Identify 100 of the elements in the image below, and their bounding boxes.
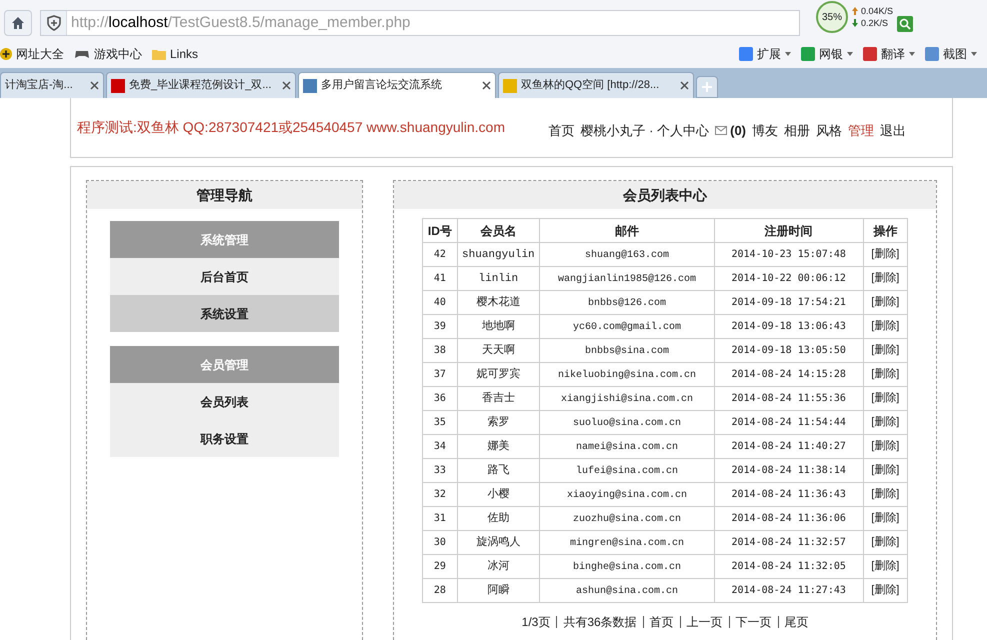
panel-title: 会员列表中心: [394, 181, 936, 209]
tab-favicon-icon: [303, 78, 317, 92]
caret-icon: [909, 52, 915, 56]
column-header: ID号: [422, 218, 458, 242]
table-cell: 2014-08-24 11:40:27: [731, 441, 846, 452]
caret-icon: [847, 52, 853, 56]
nav-link[interactable]: 博友: [752, 120, 778, 140]
plus-icon: [702, 82, 712, 92]
table-cell: 2014-08-24 11:36:43: [731, 489, 846, 500]
table-cell: binghe@sina.com.cn: [572, 562, 681, 573]
close-tab-button[interactable]: [90, 81, 99, 90]
table-cell: xiaoying@sina.com.cn: [566, 490, 687, 501]
close-icon: [680, 81, 689, 90]
nav-link[interactable]: 樱桃小丸子 · 个人中心: [580, 120, 710, 140]
table-cell: 2014-08-24 11:54:44: [731, 417, 846, 428]
table-cell: yc60.com@gmail.com: [572, 322, 681, 333]
table-cell: 索罗: [487, 416, 510, 429]
table-cell: 28: [434, 585, 446, 596]
bookmark-link[interactable]: 网址大全: [0, 45, 64, 63]
close-icon: [282, 81, 291, 90]
nav-link[interactable]: 风格: [816, 120, 842, 140]
page-link[interactable]: 尾页: [784, 613, 809, 631]
table-cell: bnbbs@sina.com: [584, 346, 669, 357]
table-cell: 32: [434, 489, 446, 500]
group-header: 系统管理: [110, 221, 340, 258]
close-icon: [90, 81, 99, 90]
mail-icon: [715, 126, 728, 135]
plus-circle-icon: [0, 48, 12, 60]
panel-title: 管理导航: [87, 181, 362, 209]
page-link[interactable]: 上一页: [686, 613, 723, 631]
table-cell: mingren@sina.com.cn: [570, 538, 684, 549]
browser-tab[interactable]: 免费_毕业课程范例设计_双...: [106, 72, 296, 98]
home-button[interactable]: [4, 10, 32, 36]
tab-title: 双鱼林的QQ空间 [http://28...: [521, 78, 660, 94]
table-cell: nikeluobing@sina.com.cn: [558, 370, 696, 381]
column-header: 操作: [863, 218, 908, 242]
tab-favicon-icon: [111, 78, 125, 92]
toolbar-icon: [863, 47, 877, 61]
table-cell: 38: [434, 345, 446, 356]
table-cell: 天天啊: [482, 344, 515, 357]
column-header: 邮件: [540, 218, 714, 242]
upload-arrow-icon: [852, 7, 858, 15]
page-status-text: 共有36条数据: [563, 614, 637, 631]
table-cell: 2014-08-24 11:38:14: [731, 465, 846, 476]
table-cell: 娜美: [487, 440, 510, 453]
browser-tab[interactable]: 计淘宝店-淘...: [0, 72, 104, 98]
table-cell: 小樱: [487, 488, 510, 501]
table-cell: bnbbs@126.com: [588, 298, 666, 309]
credit-text: 程序测试:双鱼林 QQ:287307421或254540457 www.shuangyulin.com: [77, 118, 505, 137]
bookmark-link[interactable]: Links: [152, 45, 198, 63]
table-cell: 29: [434, 561, 446, 572]
bookmark-link[interactable]: 游戏中心: [74, 45, 142, 63]
table-cell: 2014-09-18 13:05:50: [731, 345, 846, 356]
browser-tab[interactable]: 双鱼林的QQ空间 [http://28...: [498, 72, 694, 98]
column-header: 会员名: [457, 218, 540, 242]
browser-tab[interactable]: 多用户留言论坛交流系统: [298, 72, 496, 98]
page-status-text: 1/3页: [522, 614, 550, 631]
table-cell: 2014-10-23 15:07:48: [731, 249, 846, 260]
table-cell: shuangyulin: [462, 248, 535, 261]
toolbar-icon: [739, 47, 753, 61]
toolbar-icon: [801, 47, 815, 61]
toolbar-button[interactable]: 翻译: [863, 45, 915, 63]
table-cell: xiangjishi@sina.com.cn: [560, 394, 693, 405]
menu-item[interactable]: 系统设置: [110, 295, 340, 332]
search-icon[interactable]: [897, 16, 914, 32]
nav-link[interactable]: 首页: [548, 120, 575, 140]
page-link[interactable]: 下一页: [736, 613, 772, 631]
toolbar-button[interactable]: 截图: [925, 45, 977, 63]
table-cell: 2014-09-18 17:54:21: [731, 297, 846, 308]
table-cell: 40: [434, 297, 446, 308]
menu-item[interactable]: 后台首页: [110, 258, 340, 295]
nav-link[interactable]: 退出: [880, 120, 906, 140]
address-field[interactable]: http://localhost/TestGuest8.5/manage_member.php: [40, 10, 800, 36]
table-cell: 2014-08-24 11:32:57: [731, 537, 846, 548]
nav-link[interactable]: (0): [715, 120, 746, 140]
close-tab-button[interactable]: [482, 81, 491, 90]
close-tab-button[interactable]: [680, 81, 689, 90]
column-header: 注册时间: [714, 218, 864, 242]
gamepad-icon: [74, 48, 90, 60]
group-header: 会员管理: [110, 346, 340, 383]
nav-link[interactable]: 相册: [784, 120, 810, 140]
table-cell: 佐助: [487, 512, 510, 525]
download-arrow-icon: [852, 19, 858, 27]
table-cell: 30: [434, 537, 446, 548]
close-icon: [482, 81, 491, 90]
table-cell: 36: [434, 393, 446, 404]
table-cell: 冰河: [487, 560, 510, 573]
caret-icon: [971, 52, 977, 56]
table-cell: 2014-08-24 11:55:36: [731, 393, 846, 404]
toolbar-button[interactable]: 扩展: [739, 45, 791, 63]
nav-link[interactable]: 管理: [848, 120, 874, 140]
table-cell: 2014-08-24 11:32:05: [731, 561, 846, 572]
table-cell: 2014-08-24 14:15:28: [731, 369, 846, 380]
toolbar-icon: [925, 47, 939, 61]
toolbar-button[interactable]: 网银: [801, 45, 853, 63]
page-link[interactable]: 首页: [650, 613, 674, 631]
table-cell: 34: [434, 441, 446, 452]
close-tab-button[interactable]: [282, 81, 291, 90]
menu-item[interactable]: 会员列表: [110, 383, 340, 420]
menu-item[interactable]: 职务设置: [110, 420, 340, 457]
